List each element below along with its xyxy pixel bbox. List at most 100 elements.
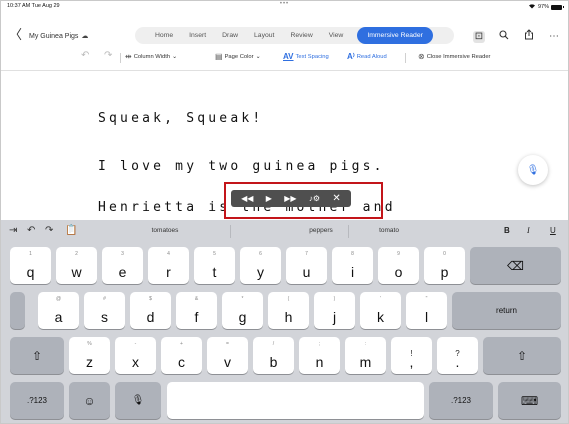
tab-draw[interactable]: Draw: [214, 27, 246, 44]
key-b[interactable]: / b: [253, 337, 294, 374]
multitasking-dots[interactable]: •••: [1, 1, 568, 7]
key-u[interactable]: 7u: [286, 247, 327, 284]
close-icon[interactable]: ✕: [332, 193, 340, 204]
key-g[interactable]: * g: [222, 292, 263, 329]
key-label: t: [212, 264, 217, 280]
key-f[interactable]: & f: [176, 292, 217, 329]
key-hint: %: [87, 341, 92, 347]
voice-settings-icon[interactable]: ♪⚙: [309, 194, 320, 203]
tab-immersive-reader[interactable]: Immersive Reader: [357, 27, 433, 44]
return-key[interactable]: return: [452, 292, 561, 329]
play-icon[interactable]: ▶: [266, 194, 272, 203]
backspace-icon: ⌫: [507, 258, 524, 273]
document-line[interactable]: I love my two guinea pigs.: [98, 159, 385, 174]
shift-key-left[interactable]: ⇧: [10, 337, 64, 374]
key-z[interactable]: % z: [69, 337, 110, 374]
emoji-key[interactable]: ☺: [69, 382, 110, 419]
bold-button[interactable]: B: [504, 226, 510, 235]
underline-button[interactable]: U: [550, 226, 556, 235]
delete-key[interactable]: ⌫: [470, 247, 561, 284]
key-p[interactable]: 0p: [424, 247, 465, 284]
page-color-button[interactable]: ▤ Page Color ⌄: [215, 52, 260, 61]
key-w[interactable]: 2w: [56, 247, 97, 284]
tab-review[interactable]: Review: [282, 27, 320, 44]
focus-view-icon[interactable]: ⊡: [473, 30, 485, 43]
key-label: q: [26, 264, 35, 280]
suggestion-divider: [230, 225, 231, 238]
key-o[interactable]: 9o: [378, 247, 419, 284]
dictate-button[interactable]: 🎙: [518, 155, 548, 185]
share-icon[interactable]: [523, 29, 535, 44]
key-a[interactable]: @ a: [38, 292, 79, 329]
tab-layout[interactable]: Layout: [246, 27, 282, 44]
suggestion-item[interactable]: tomato: [349, 227, 429, 234]
app-window: 10:37 AM Tue Aug 29 ••• 97% 〈 My Guinea …: [0, 0, 569, 424]
immersive-reader-ribbon: ↶ ↷ ⇹ Column Width ⌄ ▤ Page Color ⌄ AV T…: [1, 50, 568, 66]
key-y[interactable]: 6y: [240, 247, 281, 284]
key-i[interactable]: 8i: [332, 247, 373, 284]
dictation-key[interactable]: 🎙: [115, 382, 161, 419]
shift-key-right[interactable]: ⇧: [483, 337, 561, 374]
italic-button[interactable]: I: [527, 226, 530, 235]
tab-key-icon[interactable]: ⇥: [9, 225, 17, 236]
emoji-icon: ☺: [83, 393, 96, 408]
text-spacing-button[interactable]: AV Text Spacing: [283, 52, 329, 61]
key-label: l: [424, 309, 429, 325]
document-title: My Guinea Pigs: [29, 32, 79, 40]
paste-icon[interactable]: 📋: [65, 225, 77, 236]
key-c[interactable]: + c: [161, 337, 202, 374]
key-period[interactable]: ?.: [437, 337, 478, 374]
more-options-icon[interactable]: ⋯: [548, 31, 560, 43]
key-l[interactable]: " l: [406, 292, 447, 329]
key-k[interactable]: ' k: [360, 292, 401, 329]
key-m[interactable]: :m: [345, 337, 386, 374]
key-q[interactable]: 1q: [10, 247, 51, 284]
key-n[interactable]: ; n: [299, 337, 340, 374]
key-t[interactable]: 5t: [194, 247, 235, 284]
numbers-key-left[interactable]: .?123: [10, 382, 64, 419]
key-j[interactable]: ) j: [314, 292, 355, 329]
back-icon[interactable]: 〈: [9, 28, 22, 41]
key-e[interactable]: 3e: [102, 247, 143, 284]
next-paragraph-icon[interactable]: ▶▶: [284, 194, 296, 203]
key-hint: 3: [121, 251, 124, 257]
tab-home[interactable]: Home: [147, 27, 181, 44]
space-bar[interactable]: [167, 382, 424, 419]
key-d[interactable]: $ d: [130, 292, 171, 329]
numbers-label: .?123: [26, 395, 48, 405]
redo-icon[interactable]: ↷: [45, 225, 53, 236]
read-aloud-button[interactable]: A⁾ Read Aloud: [347, 52, 387, 61]
tab-view[interactable]: View: [321, 27, 352, 44]
close-immersive-reader-button[interactable]: ⊗ Close Immersive Reader: [418, 52, 491, 61]
key-hint: ): [333, 296, 336, 302]
key-hint: 6: [259, 251, 262, 257]
key-x[interactable]: -x: [115, 337, 156, 374]
key-hint: 5: [213, 251, 216, 257]
key-comma[interactable]: !,: [391, 337, 432, 374]
undo-icon[interactable]: ↶: [27, 225, 35, 236]
key-label: v: [224, 354, 231, 370]
suggestion-item[interactable]: tomatoes: [125, 227, 205, 234]
key-label: s: [101, 309, 108, 325]
column-width-button[interactable]: ⇹ Column Width ⌄: [125, 52, 177, 61]
document-line[interactable]: Squeak, Squeak!: [98, 111, 263, 126]
undo-icon[interactable]: ↶: [81, 50, 89, 61]
numbers-key-right[interactable]: .?123: [429, 382, 493, 419]
read-aloud-controls-highlight: ◀◀ ▶ ▶▶ ♪⚙ ✕: [224, 182, 383, 219]
tab-insert[interactable]: Insert: [181, 27, 214, 44]
key-hint: 7: [305, 251, 308, 257]
ribbon-tabs: Home Insert Draw Layout Review View Imme…: [135, 27, 454, 44]
previous-paragraph-icon[interactable]: ◀◀: [241, 194, 253, 203]
key-s[interactable]: # s: [84, 292, 125, 329]
document-title-button[interactable]: My Guinea Pigs ☁: [29, 32, 88, 41]
key-hint: 1: [29, 251, 32, 257]
key-hint: 2: [75, 251, 78, 257]
key-v[interactable]: = v: [207, 337, 248, 374]
key-h[interactable]: (h: [268, 292, 309, 329]
ribbon-divider: [405, 53, 406, 63]
hide-keyboard-key[interactable]: ⌨: [498, 382, 561, 419]
search-icon[interactable]: [498, 29, 510, 44]
redo-icon[interactable]: ↷: [104, 50, 112, 61]
key-r[interactable]: 4r: [148, 247, 189, 284]
shift-icon: ⇧: [516, 348, 528, 363]
